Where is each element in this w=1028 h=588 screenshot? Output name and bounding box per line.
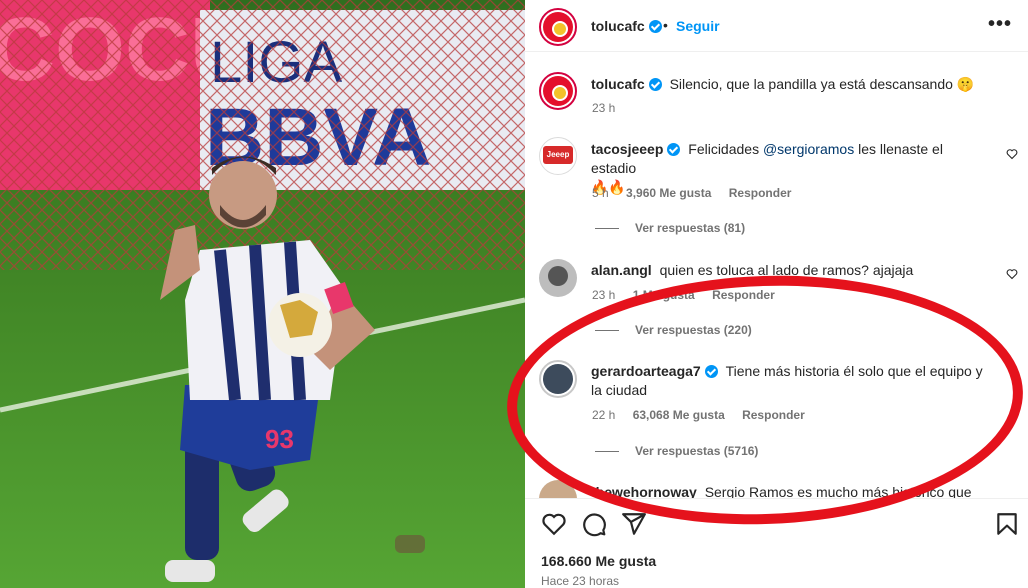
comment-avatar-tacosjeeep[interactable]: Jeeep [539, 137, 577, 175]
comment-likes[interactable]: 3,960 Me gusta [626, 186, 711, 200]
comment-body: quien es toluca al lado de ramos? ajajaj… [659, 262, 914, 278]
comment-username[interactable]: alan.angl [591, 262, 652, 278]
jeep-logo-icon: Jeeep [543, 146, 573, 164]
view-replies-button[interactable]: Ver respuestas (81) [595, 221, 745, 235]
reply-button[interactable]: Responder [742, 408, 805, 422]
caption-body: Silencio, que la pandilla ya está descan… [669, 76, 975, 92]
comment-body: Felicidades [688, 141, 763, 157]
comment-text: alan.angl quien es toluca al lado de ram… [591, 261, 991, 280]
caption-avatar[interactable] [539, 72, 577, 110]
heart-icon[interactable] [541, 511, 567, 537]
header-username[interactable]: tolucafc [591, 18, 662, 34]
bookmark-icon[interactable] [994, 511, 1020, 537]
verified-badge-icon [648, 20, 662, 33]
comment-partial: thewehornoway Sergio Ramos es mucho más … [525, 478, 1028, 498]
comment-time: 22 h [592, 408, 616, 422]
person-photo-icon [543, 364, 573, 394]
share-icon[interactable] [621, 511, 647, 537]
comment-likes[interactable]: 63,068 Me gusta [633, 408, 725, 422]
follow-button[interactable]: Seguir [676, 18, 720, 34]
comment-body: Tiene más historia él solo que el equipo… [725, 363, 983, 379]
separator-dot: • [663, 17, 668, 33]
view-replies-button[interactable]: Ver respuestas (5716) [595, 444, 758, 458]
comment-username[interactable]: tacosjeeep [591, 141, 663, 157]
caption-text: tolucafc Silencio, que la pandilla ya es… [591, 75, 1011, 94]
view-replies-label: Ver respuestas (5716) [635, 444, 759, 458]
post-panel: tolucafc • Seguir ••• tolucafc Silencio,… [525, 0, 1028, 588]
comment-body: Sergio Ramos es mucho más histórico que [704, 484, 972, 498]
mention-link[interactable]: @sergioramos [763, 141, 854, 157]
divider-line [595, 330, 619, 332]
person-icon [548, 266, 568, 286]
like-heart-icon[interactable] [1006, 268, 1018, 280]
toluca-crest-icon [543, 12, 573, 42]
soccer-player-photo: COCU LIGA BBVA 93 [0, 0, 525, 588]
comment-time: 23 h [592, 288, 616, 302]
verified-badge-icon [648, 78, 662, 91]
avatar[interactable] [539, 8, 577, 46]
action-bar [525, 498, 1028, 548]
post-header: tolucafc • Seguir ••• [525, 0, 1028, 52]
comment-avatar-gerardo[interactable] [539, 360, 577, 398]
like-heart-icon[interactable] [1006, 148, 1018, 160]
comment-meta: 5 h 3,960 Me gusta Responder [592, 186, 791, 200]
divider-line [595, 451, 619, 453]
comment-time: 5 h [592, 186, 609, 200]
view-replies-button[interactable]: Ver respuestas (220) [595, 323, 752, 337]
comment-avatar-thewehornoway[interactable] [539, 480, 577, 498]
view-replies-label: Ver respuestas (81) [635, 221, 746, 235]
toluca-crest-icon [543, 76, 573, 106]
comment-icon[interactable] [581, 511, 607, 537]
post-photo[interactable]: COCU LIGA BBVA 93 [0, 0, 525, 588]
comment-meta: 23 h 1 Me gusta Responder [592, 288, 775, 302]
comment-body-cont: la ciudad [591, 382, 648, 398]
comment-meta: 22 h 63,068 Me gusta Responder [592, 408, 805, 422]
divider-line [595, 228, 619, 230]
more-dots-icon[interactable]: ••• [988, 14, 1012, 34]
comment-likes[interactable]: 1 Me gusta [633, 288, 695, 302]
verified-badge-icon [704, 365, 718, 378]
svg-text:93: 93 [265, 424, 294, 454]
reply-button[interactable]: Responder [729, 186, 792, 200]
comment-text: gerardoarteaga7 Tiene más historia él so… [591, 362, 991, 400]
post-likes-count[interactable]: 168.660 Me gusta [541, 553, 656, 569]
caption-time: 23 h [592, 101, 616, 115]
verified-badge-icon [667, 143, 681, 156]
comment-text: thewehornoway Sergio Ramos es mucho más … [591, 483, 1011, 498]
caption-username[interactable]: tolucafc [591, 76, 645, 92]
comment-username[interactable]: thewehornoway [591, 484, 697, 498]
username-link[interactable]: tolucafc [591, 18, 645, 34]
comment-username[interactable]: gerardoarteaga7 [591, 363, 701, 379]
reply-button[interactable]: Responder [712, 288, 775, 302]
post-timestamp: Hace 23 horas [541, 574, 620, 588]
comment-avatar-alan[interactable] [539, 259, 577, 297]
view-replies-label: Ver respuestas (220) [635, 323, 752, 337]
